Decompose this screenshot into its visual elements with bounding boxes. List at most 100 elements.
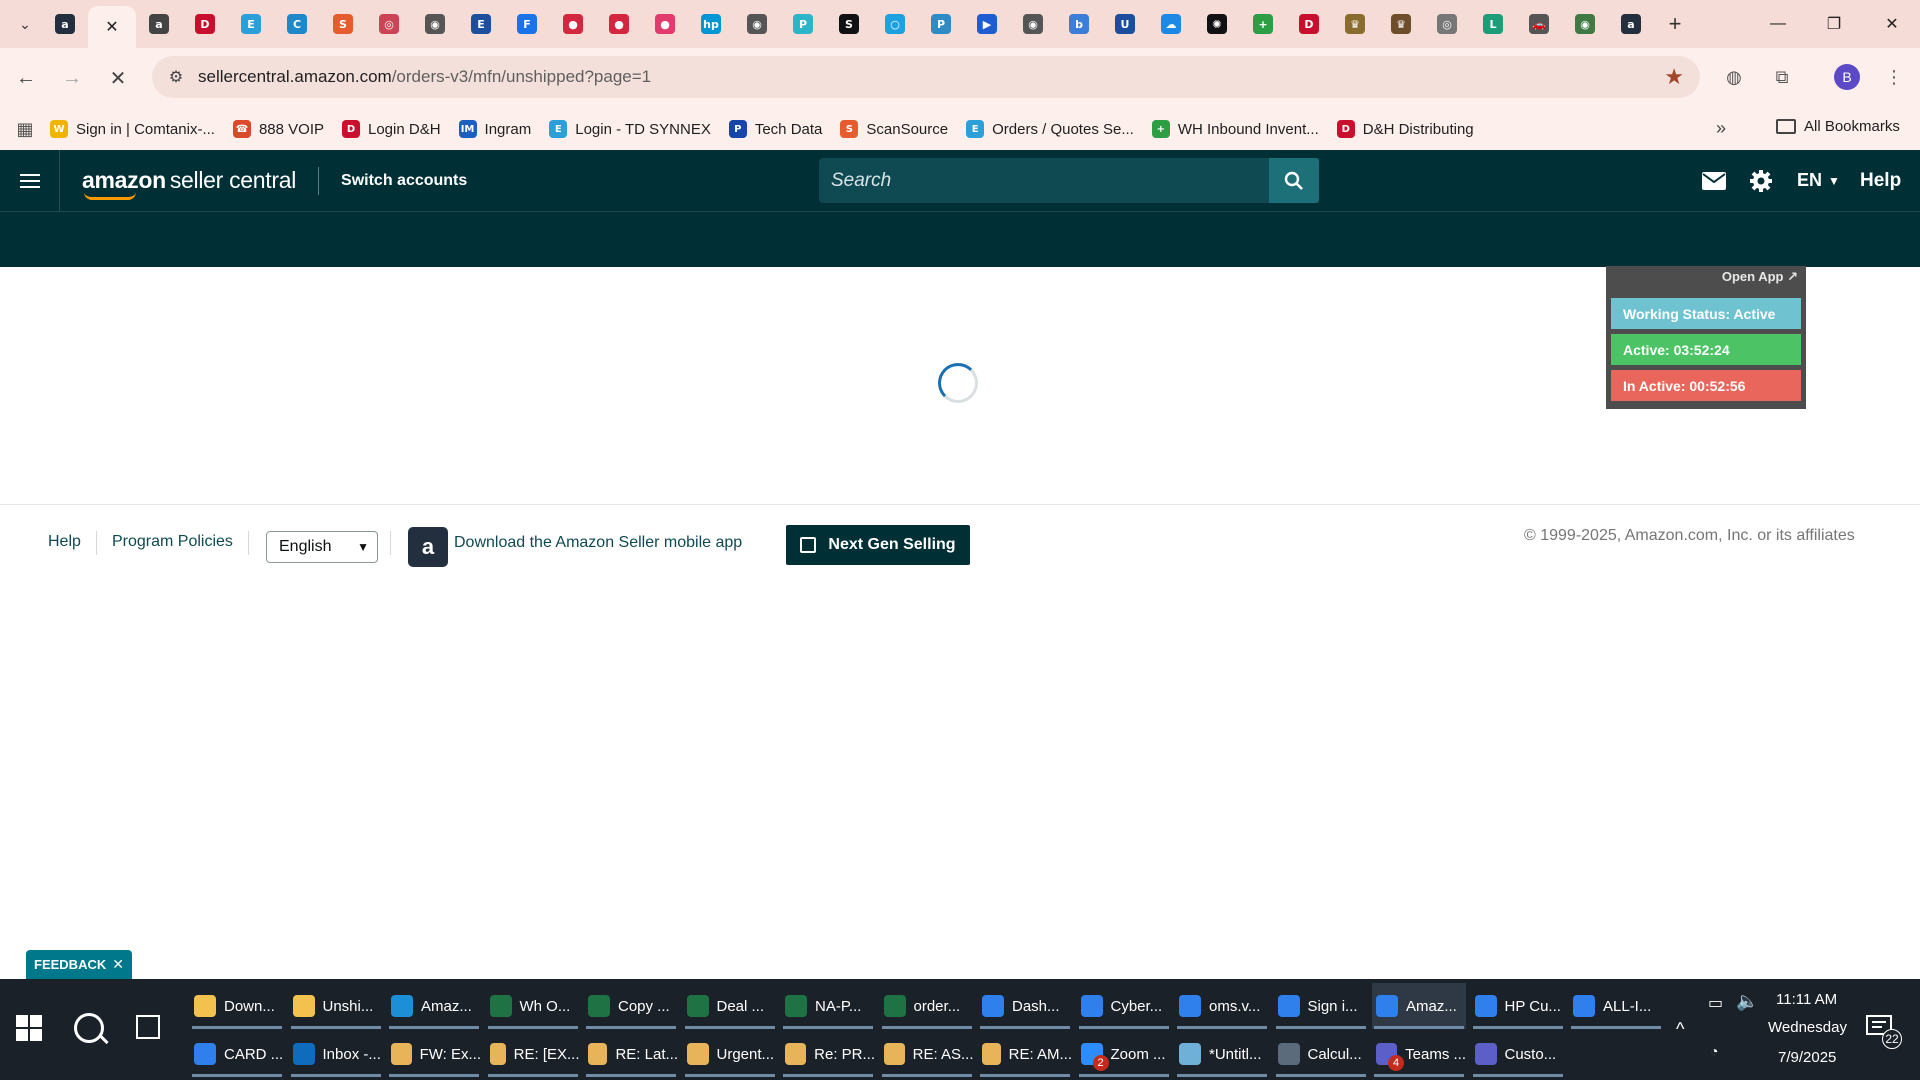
bookmark-item[interactable]: E Login - TD SYNNEX [549,120,711,138]
taskbar-app-button[interactable]: Unshi... [289,983,383,1029]
browser-tab[interactable]: S [320,4,366,44]
clock-date[interactable]: 7/9/2025 [1778,1049,1836,1066]
browser-tab[interactable]: ◎ [1424,4,1470,44]
browser-tab[interactable]: ☁ [1148,4,1194,44]
taskbar-app-button[interactable]: Re: PR... [781,1031,875,1077]
switch-accounts-button[interactable]: Switch accounts [341,172,467,190]
extensions-icon[interactable]: ⧉ [1762,57,1802,97]
taskbar-app-button[interactable]: oms.v... [1175,983,1269,1029]
bookmark-item[interactable]: ☎ 888 VOIP [232,120,324,138]
tab-search-icon[interactable]: ⌄ [8,7,42,41]
footer-help-link[interactable]: Help [48,533,81,551]
browser-tab[interactable]: a [1608,4,1654,44]
bookmark-item[interactable]: D Login D&H [342,120,441,138]
taskbar-search-icon[interactable] [74,1013,104,1043]
settings-gear-icon[interactable] [1749,150,1773,211]
search-input[interactable] [819,158,1319,203]
hamburger-menu-icon[interactable] [0,150,60,211]
browser-tab[interactable]: ✺ [1194,4,1240,44]
taskbar-app-button[interactable]: Amaz... [1372,983,1466,1029]
browser-tab[interactable]: ◎ [366,4,412,44]
seller-central-logo[interactable]: amazon seller central [82,167,296,200]
taskbar-app-button[interactable]: Dash... [978,983,1072,1029]
browser-tab[interactable]: D [182,4,228,44]
taskbar-app-button[interactable]: ALL-I... [1569,983,1663,1029]
bookmark-star-icon[interactable]: ★ [1664,64,1684,90]
browser-tab[interactable]: D [1286,4,1332,44]
browser-tab[interactable]: ◉ [734,4,780,44]
new-tab-button[interactable]: + [1658,7,1692,41]
wifi-icon[interactable]: ◔ [1710,1043,1718,1059]
next-gen-selling-button[interactable]: Next Gen Selling [786,525,970,565]
restore-icon[interactable]: ❐ [1806,0,1862,48]
bookmark-item[interactable]: E Orders / Quotes Se... [966,120,1134,138]
address-bar[interactable]: ⚙ sellercentral.amazon.com/orders-v3/mfn… [152,56,1700,98]
taskbar-app-button[interactable]: RE: [EX... [486,1031,580,1077]
taskbar-app-button[interactable]: Inbox -... [289,1031,383,1077]
language-selector[interactable]: EN ▼ [1797,150,1840,211]
back-button[interactable]: ← [6,58,46,98]
browser-tab[interactable]: ♛ [1378,4,1424,44]
battery-icon[interactable]: ▭ [1708,993,1723,1013]
forward-button[interactable]: → [52,58,92,98]
browser-tab[interactable]: ▶ [964,4,1010,44]
minimize-icon[interactable]: — [1750,0,1806,48]
apps-grid-icon[interactable]: ▦ [0,119,50,140]
taskbar-app-button[interactable]: RE: Lat... [584,1031,678,1077]
clock-day[interactable]: Wednesday [1768,1019,1847,1036]
windows-start-icon[interactable] [16,1015,42,1041]
bookmark-item[interactable]: + WH Inbound Invent... [1151,120,1319,138]
browser-tab[interactable]: S [826,4,872,44]
stop-loading-button[interactable]: ✕ [98,58,138,98]
browser-tab[interactable]: a [42,4,88,44]
browser-tab[interactable]: P [780,4,826,44]
browser-tab[interactable]: L [1470,4,1516,44]
browser-tab[interactable]: E [458,4,504,44]
taskbar-app-button[interactable]: FW: Ex... [387,1031,481,1077]
close-window-icon[interactable]: ✕ [1864,0,1920,48]
taskbar-app-button[interactable]: Cyber... [1077,983,1171,1029]
taskbar-app-button[interactable]: Custo... [1471,1031,1565,1077]
browser-tab[interactable]: P [918,4,964,44]
taskbar-app-button[interactable]: NA-P... [781,983,875,1029]
taskbar-app-button[interactable]: Sign i... [1274,983,1368,1029]
download-app-link[interactable]: Download the Amazon Seller mobile app [454,534,742,552]
help-link[interactable]: Help [1860,150,1901,211]
taskbar-app-button[interactable]: Copy ... [584,983,678,1029]
browser-tab[interactable]: ● [596,4,642,44]
bookmark-item[interactable]: W Sign in | Comtanix-... [50,120,215,138]
taskbar-app-button[interactable]: Deal ... [683,983,777,1029]
taskbar-app-button[interactable]: *Untitl... [1175,1031,1269,1077]
browser-tab[interactable]: ♛ [1332,4,1378,44]
browser-tab[interactable]: hp [688,4,734,44]
footer-language-select[interactable]: English ▼ [266,531,378,563]
taskbar-app-button[interactable]: Calcul... [1274,1031,1368,1077]
taskbar-app-button[interactable]: RE: AM... [978,1031,1072,1077]
browser-tab[interactable]: U [1102,4,1148,44]
clock-time[interactable]: 11:11 AM [1776,991,1837,1008]
profile-avatar[interactable]: B [1827,57,1867,97]
browser-tab[interactable]: ● [642,4,688,44]
browser-tab[interactable]: ◉ [1562,4,1608,44]
browser-tab[interactable]: E [228,4,274,44]
site-info-icon[interactable]: ⚙ [158,67,194,87]
taskbar-app-button[interactable]: Urgent... [683,1031,777,1077]
notification-center-icon[interactable]: 22 [1866,1015,1902,1049]
bookmark-item[interactable]: S ScanSource [840,120,948,138]
browser-tab[interactable]: b [1056,4,1102,44]
browser-tab[interactable]: C [274,4,320,44]
bookmark-item[interactable]: IM Ingram [458,120,531,138]
bookmark-item[interactable]: D D&H Distributing [1336,120,1474,138]
browser-tab[interactable]: ● [550,4,596,44]
program-policies-link[interactable]: Program Policies [112,533,233,551]
close-tab-icon[interactable]: ✕ [105,17,118,37]
browser-tab[interactable]: + [1240,4,1286,44]
taskbar-app-button[interactable]: order... [880,983,974,1029]
taskbar-app-button[interactable]: HP Cu... [1471,983,1565,1029]
bookmark-item[interactable]: P Tech Data [728,120,822,138]
chevron-up-icon[interactable]: ^ [1676,1019,1684,1040]
taskbar-app-button[interactable]: Wh O... [486,983,580,1029]
seller-app-icon[interactable]: a [408,527,448,567]
browser-tab[interactable]: a [136,4,182,44]
open-app-link[interactable]: Open App ↗ [1722,269,1798,285]
